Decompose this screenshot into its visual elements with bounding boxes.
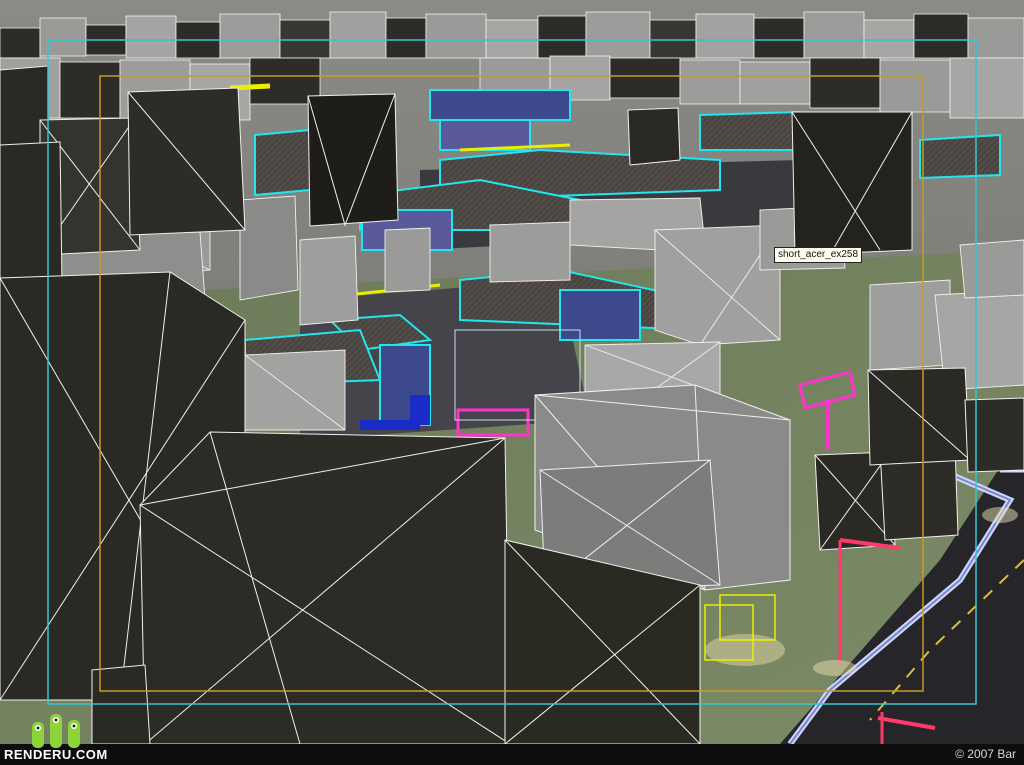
copyright-text: © 2007 Bar <box>955 747 1016 761</box>
renderu-logo: RENDERU.COM <box>4 714 108 765</box>
object-name-tooltip: short_acer_ex258 <box>774 247 863 263</box>
renderu-logo-icon <box>32 714 80 748</box>
watermark-footer: RENDERU.COM © 2007 Bar <box>0 714 1024 765</box>
logo-text: RENDERU.COM <box>4 747 108 762</box>
3d-viewport[interactable]: short_acer_ex258 <box>0 0 1024 744</box>
city-scene[interactable] <box>0 0 1024 744</box>
